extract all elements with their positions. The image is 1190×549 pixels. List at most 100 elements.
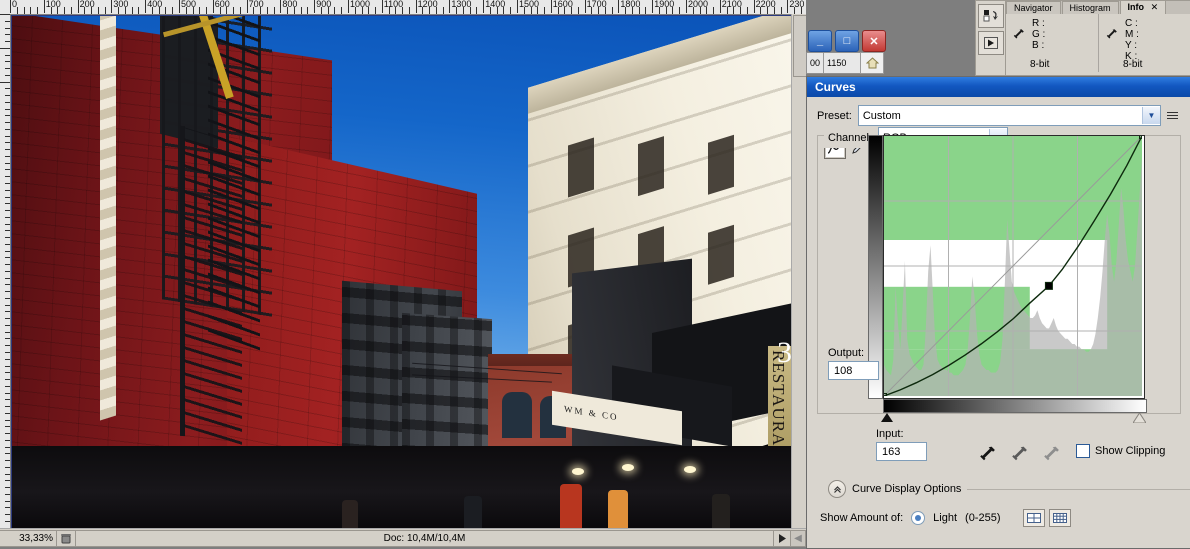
ruler-label: 1500	[519, 0, 540, 9]
collapse-toggle-icon[interactable]	[828, 480, 846, 498]
ruler-minor-tick	[368, 7, 370, 14]
ruler-minor-tick	[591, 7, 593, 14]
ruler-tick	[415, 0, 417, 13]
ruler-minor-tick	[530, 7, 532, 14]
ruler-tick-v	[5, 318, 10, 320]
play-action-icon[interactable]	[978, 31, 1004, 55]
show-clipping-group[interactable]: Show Clipping	[1076, 444, 1165, 458]
ruler-minor-tick	[124, 7, 126, 14]
ruler-tick-v	[5, 507, 10, 509]
status-resize-grip[interactable]: ◀	[791, 529, 806, 547]
preset-label: Preset:	[817, 109, 852, 122]
zoom-level-field[interactable]: 33,33%	[0, 529, 56, 547]
curves-dialog: Curves Preset: Custom ▼ Channel: Output:…	[806, 76, 1190, 549]
output-input[interactable]: 108	[828, 361, 879, 380]
set-black-point-eyedropper-icon[interactable]	[978, 445, 997, 464]
close-icon[interactable]: ✕	[1151, 2, 1159, 12]
ruler-label: 1400	[485, 0, 506, 9]
tab-info[interactable]: Info ✕	[1119, 0, 1167, 14]
curve-svg[interactable]	[884, 136, 1142, 396]
status-expand-arrow[interactable]	[774, 529, 791, 547]
curve-plot-area[interactable]	[883, 135, 1145, 399]
set-gray-point-eyedropper-icon[interactable]	[1010, 445, 1029, 464]
ruler-tick-v	[5, 41, 10, 43]
ruler-tick	[787, 0, 789, 13]
close-button[interactable]: ✕	[862, 30, 886, 52]
ruler-minor-tick	[84, 7, 86, 14]
ruler-minor-tick	[300, 7, 302, 14]
ruler-label: 2100	[721, 0, 742, 9]
trash-icon[interactable]	[56, 529, 76, 547]
cmyk-rows: C : M : Y : K :	[1125, 18, 1190, 62]
g-row: G :	[1032, 29, 1046, 40]
scrollbar-thumb[interactable]	[793, 15, 807, 77]
curve-display-options-header[interactable]: Curve Display Options	[828, 480, 1190, 498]
detailed-grid-button[interactable]	[1048, 509, 1071, 527]
set-white-point-eyedropper-icon[interactable]	[1042, 445, 1061, 464]
home-icon[interactable]	[860, 52, 884, 74]
ruler-tick	[652, 0, 654, 13]
ruler-tick-v	[5, 372, 10, 374]
ruler-tick-v	[5, 196, 10, 198]
preset-menu-icon[interactable]	[1167, 108, 1181, 124]
chevron-down-icon[interactable]: ▼	[1142, 107, 1160, 124]
ruler-tick-v	[5, 155, 10, 157]
preset-dropdown[interactable]: Custom ▼	[857, 105, 1161, 126]
ruler-minor-tick	[604, 7, 606, 14]
ruler-minor-tick	[131, 7, 133, 14]
image-canvas[interactable]: WM & CO RESTAURANT 3	[11, 15, 799, 531]
ruler-tick-v	[5, 142, 10, 144]
ruler-tick-v	[5, 108, 10, 110]
input-gradient-bar	[883, 399, 1147, 413]
ruler-label: 200	[79, 0, 95, 9]
ruler-tick-v	[5, 88, 10, 90]
ruler-tick-v	[5, 223, 10, 225]
ruler-label: 700	[248, 0, 264, 9]
ruler-tick-v	[5, 514, 10, 516]
ruler-tick	[381, 0, 383, 13]
channel-group: Channel: RGB ▼	[817, 127, 1190, 527]
ruler-minor-tick	[307, 7, 309, 14]
minimize-button[interactable]: _	[808, 30, 832, 52]
ruler-label: 300	[113, 0, 129, 9]
ruler-tick	[686, 0, 687, 13]
ruler-tick-v	[5, 230, 10, 232]
shop-light	[684, 466, 696, 473]
ruler-tick-v	[5, 183, 10, 184]
ruler-tick-v	[5, 365, 10, 367]
curve-graph[interactable]	[868, 135, 1147, 423]
ruler-tick-v	[5, 453, 10, 455]
horizontal-ruler[interactable]: 0 100 200 300 400 500 600 700 800 900 1000 1100 1200…	[0, 0, 806, 15]
ruler-minor-tick	[692, 7, 694, 14]
status-bar: 33,33% Doc: 10,4M/10,4M ◀	[0, 528, 806, 547]
black-point-slider[interactable]	[881, 413, 893, 422]
ruler-tick-v	[0, 81, 10, 83]
ruler-tick-v	[5, 426, 10, 428]
rgb-rows: R : G : B :	[1032, 18, 1098, 51]
ruler-minor-tick	[537, 7, 539, 14]
cmyk-readout: C : M : Y : K : 8-bit	[1098, 14, 1190, 72]
preset-value: Custom	[862, 109, 901, 122]
tab-navigator[interactable]: Navigator	[1006, 1, 1061, 14]
ruler-tick-v	[5, 257, 10, 259]
ruler-minor-tick	[503, 7, 505, 14]
selected-control-point[interactable]	[1044, 281, 1053, 290]
ruler-minor-tick	[564, 7, 566, 14]
input-input[interactable]: 163	[876, 442, 927, 461]
tab-histogram[interactable]: Histogram	[1061, 1, 1119, 14]
ruler-minor-tick	[402, 7, 404, 14]
ruler-minor-tick	[388, 7, 390, 14]
white-point-slider[interactable]	[1133, 413, 1146, 423]
show-clipping-checkbox[interactable]	[1076, 444, 1090, 458]
maximize-button[interactable]: □	[835, 30, 859, 52]
vertical-ruler[interactable]	[0, 14, 11, 530]
ruler-tick-v	[5, 169, 10, 171]
canvas-vertical-scrollbar[interactable]	[791, 14, 807, 530]
ruler-tick-v	[5, 480, 10, 482]
light-radio-button[interactable]	[911, 511, 926, 525]
light-option-label: Light	[933, 512, 958, 524]
c-row: C :	[1125, 18, 1138, 29]
simple-grid-button[interactable]	[1022, 509, 1045, 527]
ruler-tick	[483, 0, 485, 13]
color-swatches-icon[interactable]	[978, 4, 1004, 28]
